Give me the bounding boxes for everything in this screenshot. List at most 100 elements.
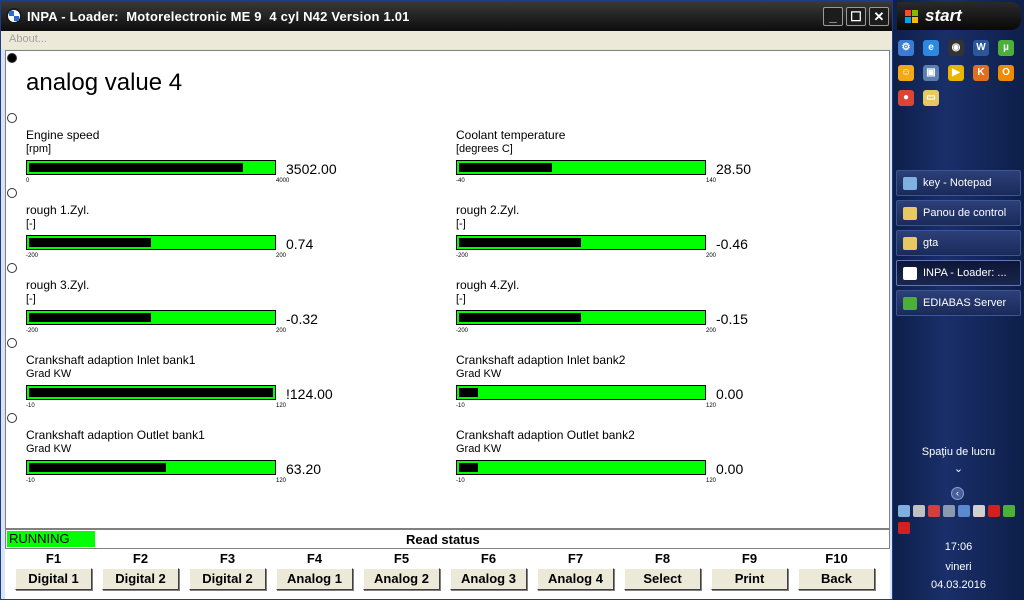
utorrent-tray-icon[interactable] — [1003, 505, 1015, 517]
print-button[interactable]: Print — [711, 568, 788, 590]
gauge-unit: Grad KW — [456, 368, 502, 380]
gauge-unit: [-] — [456, 293, 466, 305]
gauge-max: 120 — [706, 403, 717, 409]
menu-item-about[interactable]: About... — [9, 33, 47, 45]
gauge-coolant-temperature: Coolant temperature [degrees C] 28.50 -4… — [456, 128, 796, 198]
emoticon-icon[interactable]: ☺ — [898, 65, 914, 81]
gauge-label: Crankshaft adaption Inlet bank2 — [456, 353, 626, 367]
function-key-bar: F1 Digital 1 F2 Digital 2 F3 Digital 2 F… — [5, 549, 890, 599]
utorrent-icon[interactable]: µ — [998, 40, 1014, 56]
digital-1-button[interactable]: Digital 1 — [15, 568, 92, 590]
task-label: EDIABAS Server — [923, 297, 1007, 309]
fkey-label: F6 — [480, 551, 497, 566]
fkey-f10: F10 Back — [798, 549, 875, 593]
gauge-rough-cyl-2: rough 2.Zyl. [-] -0.46 -200 200 — [456, 203, 796, 273]
gauge-fill — [29, 238, 151, 247]
chevron-left-icon[interactable]: ‹ — [951, 487, 964, 500]
kmplayer-icon[interactable]: K — [973, 65, 989, 81]
gauge-fill — [29, 463, 166, 472]
desktop-label[interactable]: Spaţiu de lucru — [893, 446, 1024, 458]
gauge-min: -200 — [456, 328, 469, 334]
windows-logo-icon — [905, 10, 919, 24]
task-ediabas-server[interactable]: EDIABAS Server — [896, 290, 1021, 316]
row-marker — [7, 263, 17, 273]
gauge-value: 0.00 — [716, 461, 744, 477]
select-button[interactable]: Select — [624, 568, 701, 590]
network-icon[interactable] — [898, 505, 910, 517]
folder-icon — [903, 237, 917, 250]
digital-2-button[interactable]: Digital 2 — [102, 568, 179, 590]
gauge-label: Engine speed — [26, 128, 100, 142]
screen-title: analog value 4 — [26, 69, 183, 96]
settings-icon[interactable]: ⚙ — [898, 40, 914, 56]
task-control-panel[interactable]: Panou de control — [896, 200, 1021, 226]
gauge-bar — [456, 235, 706, 250]
gauge-value: !124.00 — [286, 386, 333, 402]
folder-icon[interactable]: ▭ — [923, 90, 939, 106]
security-icon[interactable] — [913, 505, 925, 517]
task-inpa-loader[interactable]: INPA - Loader: ... — [896, 260, 1021, 286]
clock-day: vineri — [945, 561, 972, 573]
status-row: RUNNING Read status — [5, 529, 890, 549]
fkey-f3: F3 Digital 2 — [189, 549, 266, 593]
gauge-bar — [26, 385, 276, 400]
usb-icon[interactable] — [943, 505, 955, 517]
analog-2-button[interactable]: Analog 2 — [363, 568, 440, 590]
gauge-min: 0 — [26, 178, 30, 184]
maximize-button[interactable]: ☐ — [846, 7, 866, 26]
analog-4-button[interactable]: Analog 4 — [537, 568, 614, 590]
display-icon[interactable] — [973, 505, 985, 517]
fkey-label: F4 — [306, 551, 323, 566]
digital-3-button[interactable]: Digital 2 — [189, 568, 266, 590]
analog-1-button[interactable]: Analog 1 — [276, 568, 353, 590]
gauge-bar — [26, 310, 276, 325]
row-marker — [7, 413, 17, 423]
gauge-bar — [456, 310, 706, 325]
menu-bar: About... — [1, 31, 892, 49]
gauge-bar — [26, 235, 276, 250]
player-icon[interactable]: ▶ — [948, 65, 964, 81]
title-bar[interactable]: INPA - Loader: Motorelectronic ME 9 4 cy… — [1, 1, 892, 31]
chevron-down-icon[interactable]: ⌄ — [893, 462, 1024, 475]
minimize-button[interactable]: _ — [823, 7, 843, 26]
fkey-label: F8 — [654, 551, 671, 566]
screen-icon[interactable]: ▣ — [923, 65, 939, 81]
chrome-icon[interactable]: ● — [898, 90, 914, 106]
gauge-min: -10 — [456, 478, 465, 484]
analog-3-button[interactable]: Analog 3 — [450, 568, 527, 590]
gauge-value: 0.74 — [286, 236, 314, 252]
gauge-unit: [-] — [456, 218, 466, 230]
bmw-icon — [903, 267, 917, 280]
shield-icon[interactable] — [898, 522, 910, 534]
notepad-icon — [903, 177, 917, 190]
gauge-crankshaft-outlet-bank1: Crankshaft adaption Outlet bank1 Grad KW… — [26, 428, 366, 498]
gauge-max: 140 — [706, 178, 717, 184]
task-gta-folder[interactable]: gta — [896, 230, 1021, 256]
gauge-min: -200 — [456, 253, 469, 259]
word-icon[interactable]: W — [973, 40, 989, 56]
task-notepad[interactable]: key - Notepad — [896, 170, 1021, 196]
gauge-value: 28.50 — [716, 161, 752, 177]
fkey-f8: F8 Select — [624, 549, 701, 593]
gauge-fill — [29, 313, 151, 322]
back-button[interactable]: Back — [798, 568, 875, 590]
gauge-label: Crankshaft adaption Outlet bank2 — [456, 428, 635, 442]
fkey-f9: F9 Print — [711, 549, 788, 593]
gauge-max: 120 — [276, 478, 287, 484]
clock-time[interactable]: 17:06 — [893, 541, 1024, 553]
gauge-unit: Grad KW — [26, 368, 72, 380]
task-label: gta — [923, 237, 939, 249]
gauge-max: 120 — [706, 478, 717, 484]
help-icon[interactable] — [928, 505, 940, 517]
close-button[interactable]: ✕ — [869, 7, 889, 26]
start-button[interactable]: start — [897, 2, 1021, 30]
gauge-label: Crankshaft adaption Inlet bank1 — [26, 353, 196, 367]
media-icon[interactable]: ◉ — [948, 40, 964, 56]
battery-icon[interactable] — [958, 505, 970, 517]
gauge-unit: [rpm] — [26, 143, 52, 155]
odnoklassniki-icon[interactable]: O — [998, 65, 1014, 81]
internet-explorer-icon[interactable]: e — [923, 40, 939, 56]
gauge-crankshaft-inlet-bank1: Crankshaft adaption Inlet bank1 Grad KW … — [26, 353, 366, 423]
gauge-label: Crankshaft adaption Outlet bank1 — [26, 428, 205, 442]
bitdefender-icon[interactable] — [988, 505, 1000, 517]
